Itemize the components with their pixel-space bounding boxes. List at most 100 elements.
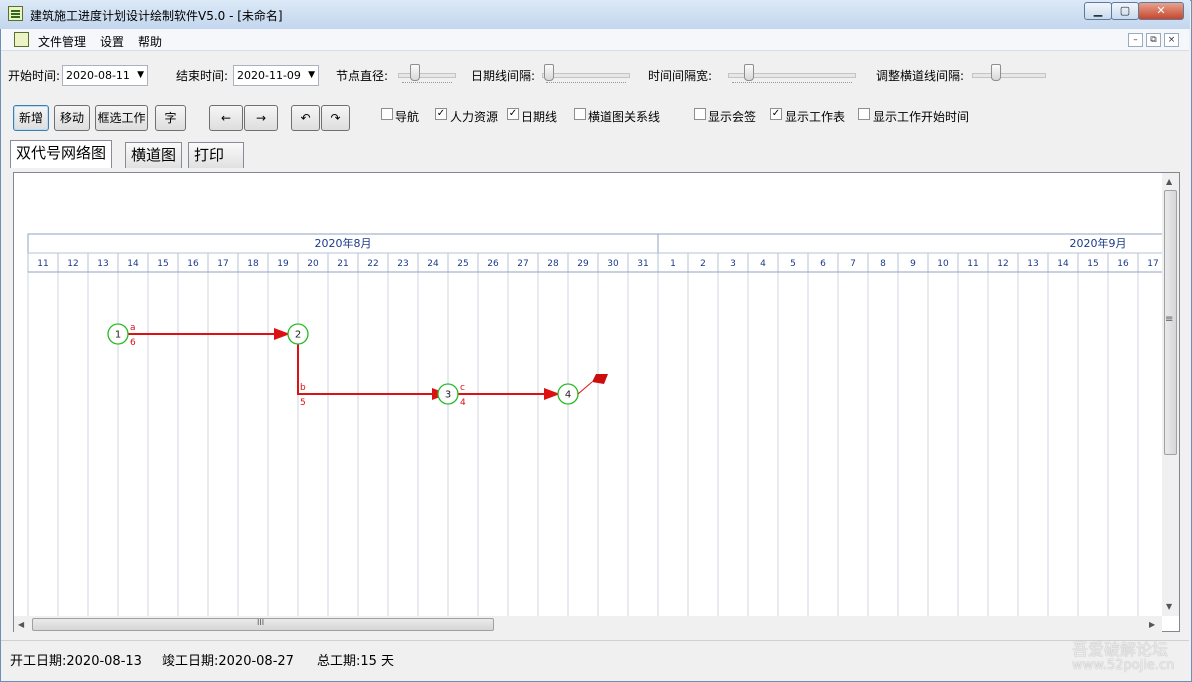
work-start-label: 显示工作开始时间 <box>873 110 970 124</box>
status-end-date: 竣工日期:2020-08-27 <box>162 654 294 669</box>
activity-name: c <box>460 383 465 393</box>
menu-settings[interactable]: 设置 <box>100 33 124 50</box>
scroll-right-icon[interactable]: ▶ <box>1149 620 1155 629</box>
day-label: 14 <box>127 259 139 269</box>
node-diameter-slider[interactable] <box>398 64 456 84</box>
day-label: 26 <box>487 259 499 269</box>
end-flag-icon <box>592 374 608 384</box>
watermark-title: 吾爱破解论坛 <box>1072 640 1169 659</box>
activity-name: b <box>300 383 306 393</box>
network-diagram: 2020年8月11 12 13 14 15 16 17 18 19 20 21 22 23 24 25 26 2… <box>27 233 1162 616</box>
node-number: 2 <box>295 330 301 341</box>
day-label: 21 <box>337 259 348 269</box>
menu-help[interactable]: 帮助 <box>138 33 162 50</box>
day-label: 20 <box>307 259 319 269</box>
node-number: 3 <box>445 390 451 401</box>
day-label: 15 <box>1087 259 1098 269</box>
document-icon[interactable] <box>14 32 29 47</box>
scroll-down-icon[interactable]: ▼ <box>1166 602 1172 611</box>
day-label: 16 <box>1117 259 1129 269</box>
app-icon <box>8 6 23 21</box>
menu-file[interactable]: 文件管理 <box>38 33 86 50</box>
start-time-value: 2020-08-11 <box>66 69 130 82</box>
scroll-grip-icon: ≡ <box>1165 314 1174 325</box>
day-label: 12 <box>997 259 1008 269</box>
activity-duration: 6 <box>130 338 136 348</box>
dateline-spacing-label: 日期线间隔: <box>471 69 536 83</box>
day-label: 9 <box>910 259 916 269</box>
day-label: 12 <box>67 259 78 269</box>
node-number: 4 <box>565 390 571 401</box>
window-title: 建筑施工进度计划设计绘制软件V5.0 - [未命名] <box>30 9 283 23</box>
day-label: 3 <box>730 259 736 269</box>
signoff-label: 显示会签 <box>708 110 757 124</box>
undo-button[interactable]: ↶ <box>291 105 320 131</box>
scroll-left-icon[interactable]: ◀ <box>18 620 24 629</box>
add-button[interactable]: 新增 <box>13 105 49 131</box>
day-label: 27 <box>517 259 528 269</box>
tab-network[interactable]: 双代号网络图 <box>10 140 113 168</box>
day-label: 28 <box>547 259 559 269</box>
signoff-checkbox[interactable] <box>694 108 706 120</box>
status-start-date: 开工日期:2020-08-13 <box>10 654 142 669</box>
mdi-restore-button[interactable]: ⧉ <box>1146 33 1161 47</box>
tab-gantt[interactable]: 横道图 <box>125 142 183 168</box>
hr-checkbox[interactable]: ✓ <box>435 108 447 120</box>
move-button[interactable]: 移动 <box>54 105 90 131</box>
dateline-spacing-slider[interactable] <box>542 64 630 84</box>
worktable-checkbox[interactable]: ✓ <box>770 108 782 120</box>
mdi-close-button[interactable]: × <box>1164 33 1179 47</box>
time-spacing-slider[interactable] <box>728 64 856 84</box>
maximize-button[interactable]: ▢ <box>1111 2 1139 20</box>
day-label: 29 <box>577 259 589 269</box>
day-label: 22 <box>367 259 378 269</box>
day-label: 25 <box>457 259 468 269</box>
day-label: 1 <box>670 259 676 269</box>
day-label: 30 <box>607 259 619 269</box>
scroll-up-icon[interactable]: ▲ <box>1166 177 1172 186</box>
day-label: 13 <box>97 259 108 269</box>
day-label: 17 <box>1147 259 1158 269</box>
day-label: 2 <box>700 259 706 269</box>
menu-bar <box>1 29 1189 51</box>
chevron-down-icon: ▼ <box>137 70 144 80</box>
month-label: 2020年8月 <box>315 236 372 250</box>
lane-spacing-slider[interactable] <box>972 64 1046 84</box>
right-arrow-button[interactable]: → <box>244 105 278 131</box>
left-arrow-button[interactable]: ← <box>209 105 243 131</box>
day-label: 15 <box>157 259 168 269</box>
chevron-down-icon: ▼ <box>308 70 315 80</box>
activity-arrow <box>297 344 448 400</box>
time-spacing-label: 时间间隔宽: <box>648 69 713 83</box>
day-label: 6 <box>820 259 826 269</box>
tab-print[interactable]: 打印 <box>188 142 244 168</box>
day-label: 5 <box>790 259 796 269</box>
node-number: 1 <box>115 330 121 341</box>
day-label: 18 <box>247 259 259 269</box>
day-label: 7 <box>850 259 856 269</box>
start-time-picker[interactable]: 2020-08-11 ▼ <box>62 65 148 86</box>
close-button[interactable]: ✕ <box>1138 2 1184 20</box>
minimize-button[interactable]: ▁ <box>1084 2 1112 20</box>
end-time-picker[interactable]: 2020-11-09 ▼ <box>233 65 319 86</box>
mdi-minimize-button[interactable]: – <box>1128 33 1143 47</box>
end-flag-pole <box>577 381 593 395</box>
dateline-checkbox[interactable]: ✓ <box>507 108 519 120</box>
day-label: 8 <box>880 259 886 269</box>
end-time-label: 结束时间: <box>176 69 229 83</box>
navigation-label: 导航 <box>395 110 420 124</box>
day-label: 16 <box>187 259 199 269</box>
gantt-relation-checkbox[interactable] <box>574 108 586 120</box>
day-label: 11 <box>37 259 48 269</box>
activity-duration: 4 <box>460 398 466 408</box>
gantt-relation-label: 横道图关系线 <box>588 110 661 124</box>
text-button[interactable]: 字 <box>155 105 186 131</box>
redo-button[interactable]: ↷ <box>321 105 350 131</box>
box-select-button[interactable]: 框选工作 <box>95 105 148 131</box>
day-label: 4 <box>760 259 766 269</box>
navigation-checkbox[interactable] <box>381 108 393 120</box>
dateline-label: 日期线 <box>521 110 558 124</box>
activity-duration: 5 <box>300 398 306 408</box>
work-start-checkbox[interactable] <box>858 108 870 120</box>
scroll-grip-icon: III <box>257 618 265 627</box>
